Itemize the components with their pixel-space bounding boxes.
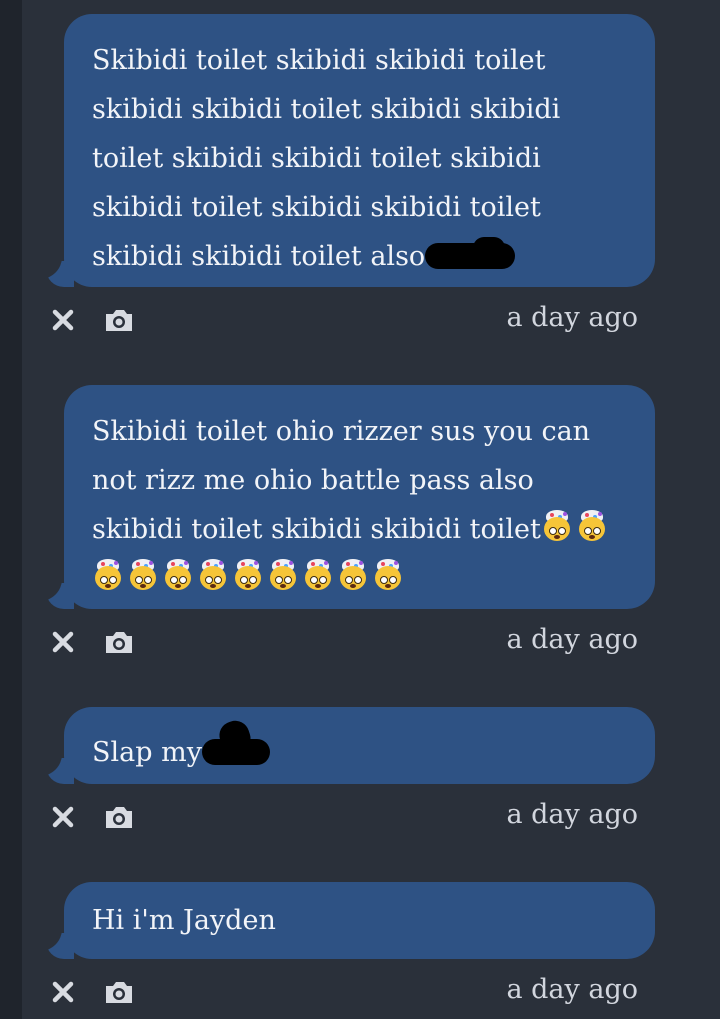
- close-icon[interactable]: [43, 797, 83, 837]
- message-actions: a day ago: [0, 972, 720, 1012]
- message-text: Slap my: [92, 737, 202, 768]
- message-actions: a day ago: [0, 300, 720, 340]
- left-gutter: [0, 0, 22, 1019]
- timestamp: a day ago: [506, 974, 638, 1005]
- close-icon[interactable]: [43, 622, 83, 662]
- exploding-head-emoji: [127, 559, 159, 591]
- exploding-head-emoji: [232, 559, 264, 591]
- camera-icon[interactable]: [99, 972, 139, 1012]
- exploding-head-emoji: [372, 559, 404, 591]
- exploding-head-emoji: [197, 559, 229, 591]
- redaction-mark: [425, 237, 517, 271]
- timestamp: a day ago: [506, 799, 638, 830]
- redaction-mark: [201, 717, 272, 769]
- message-bubble[interactable]: Hi i'm Jayden: [64, 882, 655, 959]
- camera-icon[interactable]: [99, 300, 139, 340]
- exploding-head-emoji: [92, 559, 124, 591]
- exploding-head-emoji: [302, 559, 334, 591]
- close-icon[interactable]: [43, 972, 83, 1012]
- message-bubble[interactable]: Slap my: [64, 707, 655, 784]
- camera-icon[interactable]: [99, 622, 139, 662]
- message-actions: a day ago: [0, 797, 720, 837]
- exploding-head-emoji: [162, 559, 194, 591]
- exploding-head-emoji: [541, 510, 573, 542]
- exploding-head-emoji: [576, 510, 608, 542]
- message-bubble[interactable]: Skibidi toilet ohio rizzer sus you can n…: [64, 385, 655, 609]
- message-bubble[interactable]: Skibidi toilet skibidi skibidi toilet sk…: [64, 14, 655, 287]
- camera-icon[interactable]: [99, 797, 139, 837]
- exploding-head-emoji: [267, 559, 299, 591]
- timestamp: a day ago: [506, 302, 638, 333]
- chat-page: Skibidi toilet skibidi skibidi toilet sk…: [0, 0, 720, 1019]
- exploding-head-emoji: [337, 559, 369, 591]
- message-text: Hi i'm Jayden: [92, 905, 276, 936]
- timestamp: a day ago: [506, 624, 638, 655]
- close-icon[interactable]: [43, 300, 83, 340]
- message-text: Skibidi toilet ohio rizzer sus you can n…: [92, 416, 591, 545]
- message-actions: a day ago: [0, 622, 720, 662]
